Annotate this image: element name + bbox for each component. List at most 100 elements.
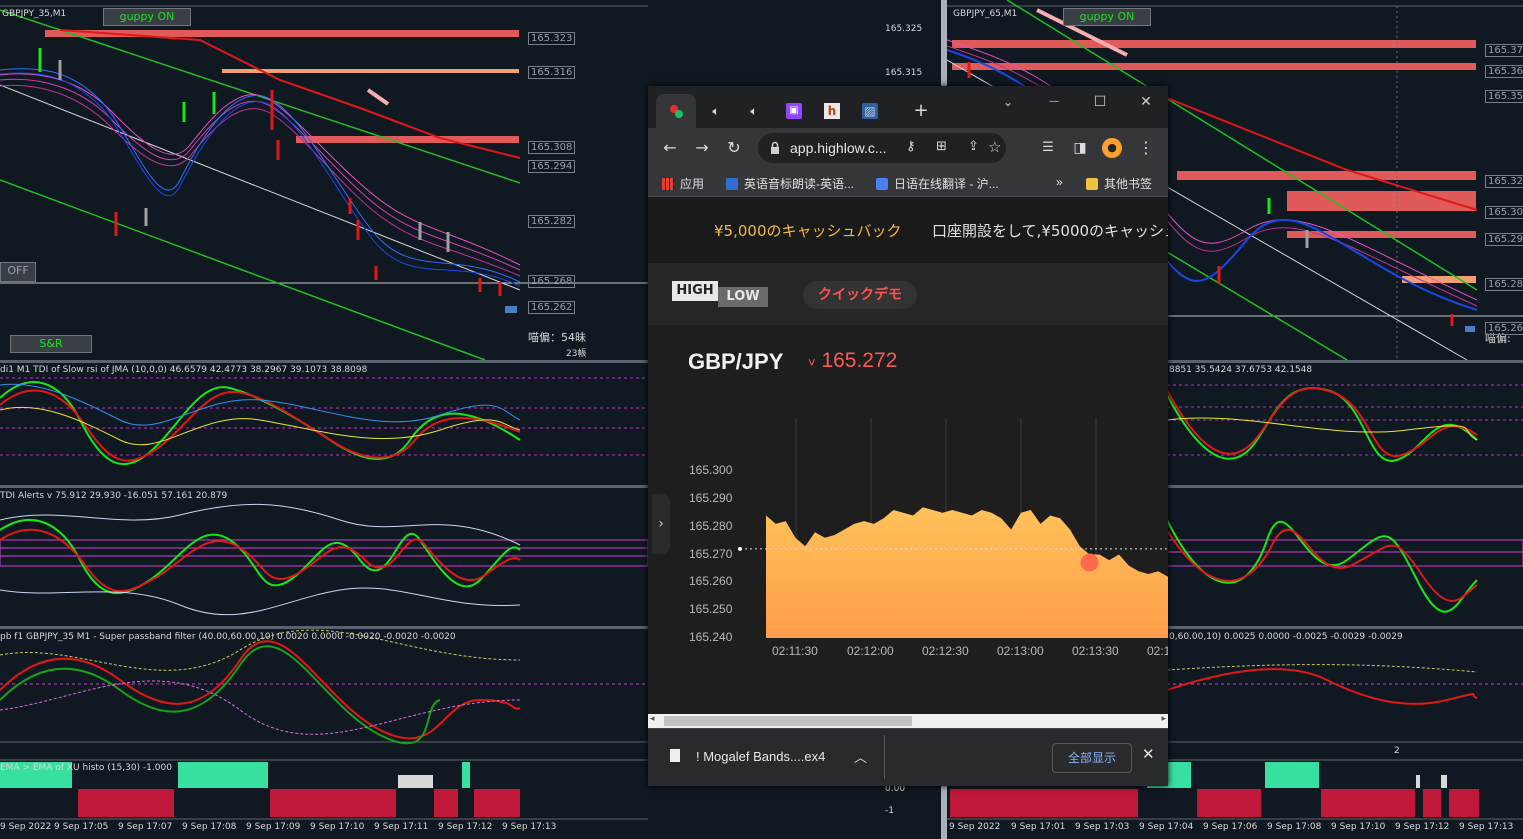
apps-grid-icon [662, 178, 674, 190]
price-level-tag: 165.294 [528, 160, 576, 173]
histo-level: -1 [885, 806, 894, 816]
price-level-tag: 165.30 [1485, 206, 1523, 219]
time-axis-label: 9 Sep 17:12 [1395, 822, 1450, 832]
url-text: app.highlow.c... [790, 140, 887, 156]
ind2-label: TDI Alerts v 75.912 29.930 -16.051 57.16… [0, 491, 228, 501]
left-chart-window[interactable]: GBPJPY_35,M1 guppy ON OFF S&R 喵偏：54昧 23帳… [0, 0, 648, 839]
resistance-zone-3 [296, 136, 519, 143]
bookmark-apps[interactable]: 应用 [662, 175, 704, 192]
left-off-button[interactable]: OFF [0, 262, 36, 282]
ind4-label: EMA > EMA of XU histo (15,30) -1.000 [0, 763, 172, 773]
media-control-icon[interactable]: ☰ [1038, 138, 1058, 158]
browser-window[interactable]: 🔈︎ 🔈︎ ▣ h ▨ + ⌄ — ☐ ✕ ← → ↻ app.highlow.… [648, 86, 1168, 786]
left-chart-canvas [0, 5, 648, 820]
twitch-icon[interactable]: ▣ [786, 103, 802, 119]
price-level-tag: 165.316 [528, 66, 576, 79]
file-icon [670, 749, 680, 762]
price-level-tag: 165.29 [1485, 233, 1523, 246]
site-icon [876, 178, 888, 190]
show-all-button[interactable]: 全部显示 [1052, 743, 1132, 773]
left-spread-text: 喵偏：54昧 [528, 331, 586, 344]
tab-highlow[interactable] [656, 94, 696, 128]
download-item[interactable]: ! Mogalef Bands....ex4 ︿ [660, 737, 880, 777]
promo-cashback: ¥5,000のキャッシュバック [714, 222, 902, 240]
close-downloads-button[interactable]: ✕ [1142, 745, 1155, 763]
price-level-tag: 165.323 [528, 32, 576, 45]
price-area-series [766, 507, 1168, 638]
time-axis-label: 9 Sep 17:11 [374, 822, 429, 832]
bookmark-english[interactable]: 英语音标朗读-英语... [726, 175, 854, 192]
time-axis-label: 9 Sep 17:07 [118, 822, 173, 832]
right-guppy-button[interactable]: guppy ON [1063, 8, 1151, 26]
time-axis-label: 9 Sep 17:06 [1203, 822, 1258, 832]
translate-icon[interactable]: ⊞ [936, 139, 947, 154]
forward-arrow-icon[interactable]: → [692, 138, 712, 158]
price-area-chart[interactable] [648, 325, 1168, 714]
profile-avatar[interactable]: ● [1102, 138, 1122, 158]
trade-marker-icon[interactable] [1080, 553, 1099, 572]
menu-kebab-icon[interactable]: ⋮ [1136, 138, 1156, 158]
price-level-tag: 165.26 [1485, 322, 1523, 335]
quick-demo-button[interactable]: クイックデモ [803, 281, 917, 309]
scroll-thumb[interactable] [664, 716, 912, 726]
bookmark-japanese[interactable]: 日语在线翻译 - 沪... [876, 175, 999, 192]
address-bar[interactable]: app.highlow.c... ⚷ ⊞ ⇪ ☆ [758, 133, 1006, 163]
chevron-up-icon[interactable]: ︿ [854, 747, 867, 766]
minimize-button[interactable]: — [1042, 94, 1066, 110]
lock-icon [771, 141, 779, 154]
tab-search-icon[interactable]: ⌄ [996, 94, 1020, 110]
highlow-favicon-icon [670, 105, 683, 118]
price-level-tag: 165.262 [528, 301, 576, 314]
divider [884, 735, 885, 779]
share-icon[interactable]: ⇪ [968, 139, 979, 154]
left-sr-button[interactable]: S&R [10, 335, 92, 353]
browser-toolbar: ← → ↻ app.highlow.c... ⚷ ⊞ ⇪ ☆ ☰ ◨ ● ⋮ [648, 128, 1168, 168]
site-header: HIGH LOW クイックデモ [648, 263, 1168, 325]
price-level-tag: 165.32 [1485, 175, 1523, 188]
horizontal-scrollbar[interactable]: ◂ ▸ [648, 714, 1168, 728]
key-icon[interactable]: ⚷ [906, 139, 916, 154]
price-line-start-dot [738, 546, 742, 551]
time-axis-label: 9 Sep 17:03 [1075, 822, 1130, 832]
h-site-icon[interactable]: h [824, 103, 840, 119]
right-chart-title: GBPJPY_65,M1 [953, 9, 1018, 19]
scroll-left-icon[interactable]: ◂ [650, 714, 655, 724]
promo-banner[interactable]: ¥5,000のキャッシュバック 口座開設をして,¥5000のキャッシュ [648, 197, 1168, 263]
download-shelf: ! Mogalef Bands....ex4 ︿ 全部显示 ✕ [648, 728, 1168, 786]
bookmarks-bar: 应用 英语音标朗读-英语... 日语在线翻译 - 沪... » 其他书签 [648, 168, 1168, 197]
right-ind3-label: 0,60.00,10) 0.0025 0.0000 -0.0025 -0.002… [1169, 632, 1403, 642]
time-axis-label: 9 Sep 17:01 [1011, 822, 1066, 832]
close-window-button[interactable]: ✕ [1134, 94, 1158, 110]
download-filename: ! Mogalef Bands....ex4 [696, 749, 826, 764]
reload-icon[interactable]: ↻ [724, 138, 744, 158]
highlow-logo[interactable]: HIGH LOW [672, 281, 768, 307]
price-level-tag: 165.268 [528, 275, 576, 288]
time-axis-label: 9 Sep 17:09 [246, 822, 301, 832]
price-chart-card: GBP/JPY ˅ 165.272 165.300 165.290 165.280 1… [648, 325, 1168, 714]
side-expand-arrow-icon[interactable]: › [652, 494, 670, 554]
right-page-number: 2 [1394, 746, 1400, 756]
left-guppy-button[interactable]: guppy ON [103, 8, 191, 26]
price-level-tag: 165.28 [1485, 278, 1523, 291]
left-chart-title: GBPJPY_35,M1 [2, 9, 67, 19]
price-level-tag: 165.36 [1485, 65, 1523, 78]
star-icon[interactable]: ☆ [988, 138, 1001, 156]
right-ind1-label: 8851 35.5424 37.6753 42.1548 [1169, 365, 1313, 375]
scroll-right-icon[interactable]: ▸ [1161, 714, 1166, 724]
new-tab-button[interactable]: + [913, 102, 929, 120]
picture-tab-icon[interactable]: ▨ [862, 103, 878, 119]
price-axis-label: 165.315 [885, 68, 923, 78]
side-panel-icon[interactable]: ◨ [1070, 138, 1090, 158]
back-arrow-icon[interactable]: ← [660, 138, 680, 158]
price-level-tag: 165.35 [1485, 90, 1523, 103]
speaker-icon[interactable]: 🔈︎ [708, 103, 724, 119]
bookmarks-overflow[interactable]: » [1056, 175, 1063, 189]
bookmark-other[interactable]: 其他书签 [1086, 175, 1152, 192]
ind3-label: pb f1 GBPJPY_35 M1 - Super passband filt… [0, 632, 456, 642]
time-axis-label: 9 Sep 17:10 [1331, 822, 1386, 832]
time-axis-label: 9 Sep 17:08 [1267, 822, 1322, 832]
maximize-button[interactable]: ☐ [1088, 94, 1112, 110]
time-axis-label: 9 Sep 17:13 [502, 822, 557, 832]
time-axis-label: 9 Sep 2022 [949, 822, 1001, 832]
speaker-icon[interactable]: 🔈︎ [746, 103, 762, 119]
